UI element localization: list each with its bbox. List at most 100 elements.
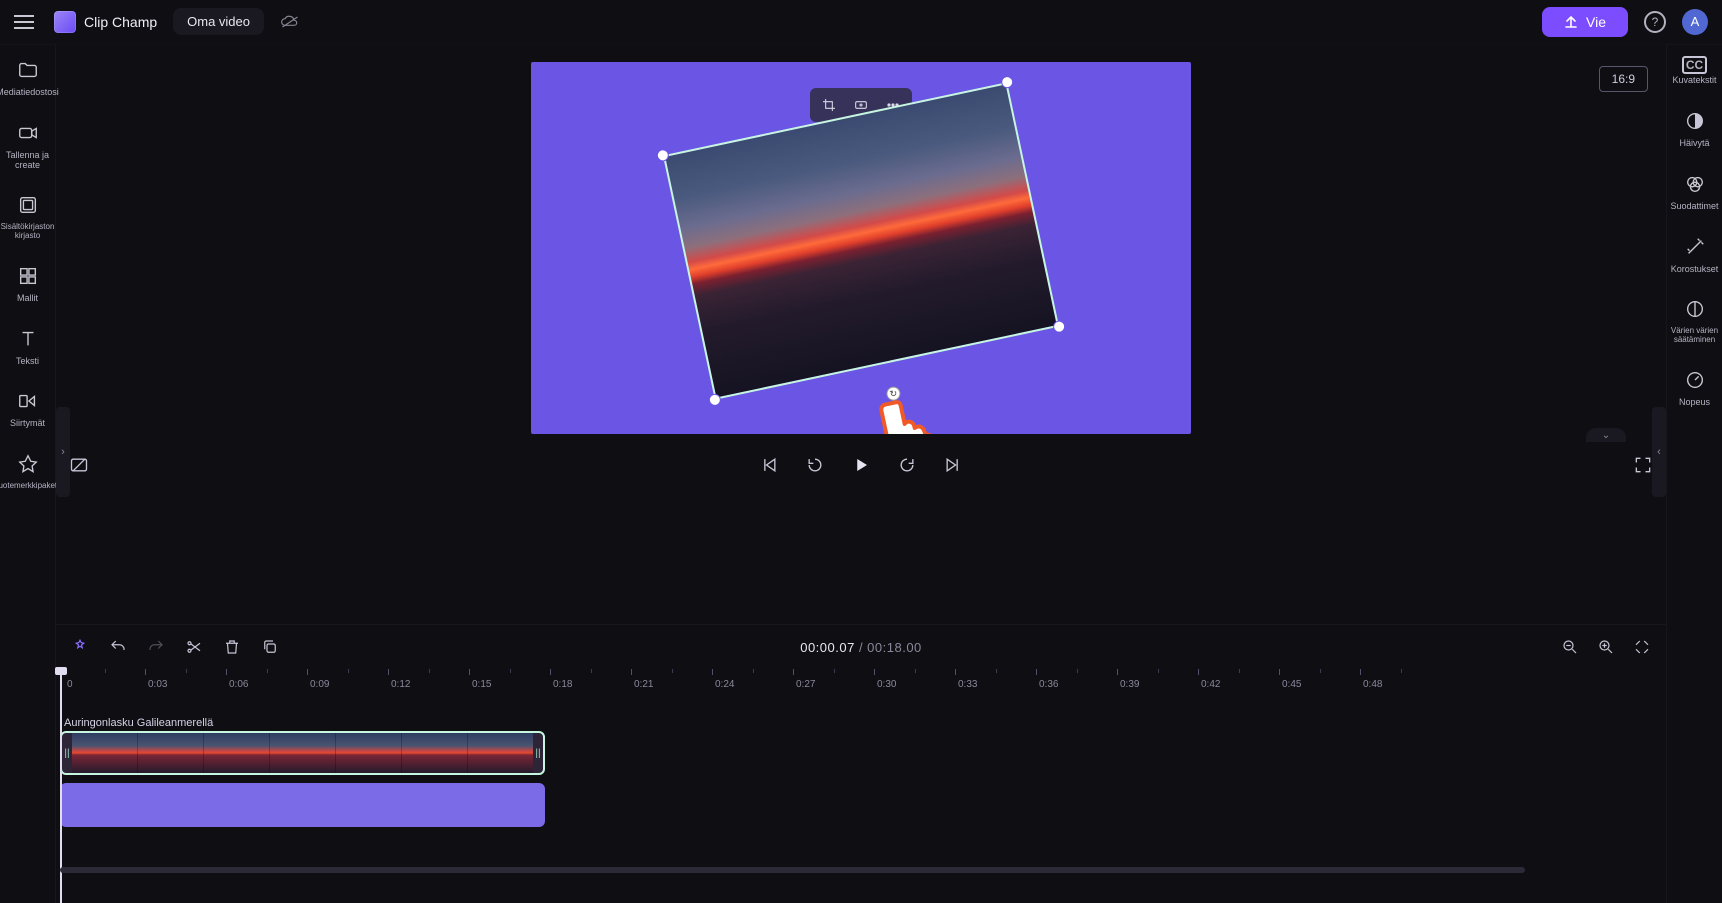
hand-cursor-icon (862, 390, 944, 434)
collapse-timeline-toggle[interactable]: ⌄ (1586, 428, 1626, 442)
fade-icon (1684, 110, 1706, 135)
clip-image (663, 82, 1059, 400)
selected-clip[interactable] (663, 82, 1059, 400)
timeline-panel: 00:00.07 / 00:18.00 00:030:060:090:120:1… (56, 624, 1666, 903)
skip-end-button[interactable] (942, 454, 964, 476)
sidebar-item-label: Mediatiedostosi (0, 88, 59, 98)
cloud-sync-off-icon[interactable] (280, 15, 300, 29)
clip-trim-left[interactable]: || (62, 733, 72, 773)
ruler-label: 0:12 (391, 679, 410, 690)
sidebar-item-record[interactable]: Tallenna ja create (0, 120, 56, 173)
captions-icon: CC (1682, 59, 1707, 72)
camera-icon (17, 122, 39, 147)
ruler-label: 0:21 (634, 679, 653, 690)
clip-trim-right[interactable]: || (533, 733, 543, 773)
timecode-display: 00:00.07 / 00:18.00 (800, 640, 922, 655)
templates-icon (17, 265, 39, 290)
right-panel-toggle[interactable]: ‹ (1652, 407, 1666, 497)
app-logo: Clip Champ (54, 11, 157, 33)
sidebar-item-label: Korostukset (1671, 265, 1719, 275)
zoom-in-button[interactable] (1596, 637, 1616, 657)
filters-icon (1684, 173, 1706, 198)
sidebar-item-media[interactable]: Mediatiedostosi (0, 57, 56, 100)
ruler-label: 0:03 (148, 679, 167, 690)
video-track-clip[interactable]: || || (60, 731, 545, 775)
zoom-out-button[interactable] (1560, 637, 1580, 657)
rewind-button[interactable] (804, 454, 826, 476)
undo-button[interactable] (108, 637, 128, 657)
user-avatar[interactable]: A (1682, 9, 1708, 35)
picture-in-picture-off-icon[interactable] (68, 454, 90, 476)
ruler-label: 0:15 (472, 679, 491, 690)
sidebar-item-label: Nopeus (1679, 398, 1710, 408)
sidebar-item-color[interactable]: Värien värien säätäminen (1667, 296, 1722, 346)
ruler-label: 0:33 (958, 679, 977, 690)
background-track-clip[interactable] (60, 783, 545, 827)
preview-stage[interactable] (531, 62, 1191, 434)
ruler-label: 0:06 (229, 679, 248, 690)
sidebar-item-label: Teksti (16, 357, 39, 367)
preview-area: 16:9 (56, 44, 1666, 624)
hamburger-menu-icon[interactable] (14, 10, 38, 34)
text-icon (17, 328, 39, 353)
ruler-label: 0:24 (715, 679, 734, 690)
magic-button[interactable] (70, 637, 90, 657)
sidebar-item-filters[interactable]: Suodattimet (1667, 171, 1722, 214)
right-sidebar: CC Kuvatekstit Häivytä Suodattimet Koros… (1666, 44, 1722, 903)
timeline-tracks[interactable]: Auringonlasku Galileanmerellä || || (56, 693, 1666, 903)
folder-icon (17, 59, 39, 84)
transport-bar: ⌄ (56, 434, 1666, 490)
duration: 00:18.00 (867, 640, 922, 655)
sidebar-item-label: Kuvatekstit (1672, 76, 1716, 86)
sidebar-item-label: Häivytä (1679, 139, 1709, 149)
split-button[interactable] (184, 637, 204, 657)
sidebar-item-speed[interactable]: Nopeus (1667, 367, 1722, 410)
app-name: Clip Champ (84, 14, 157, 30)
fullscreen-button[interactable] (1632, 454, 1654, 476)
sidebar-item-label: Värien värien säätäminen (1669, 327, 1721, 345)
ruler-label: 0:42 (1201, 679, 1220, 690)
app-logo-icon (54, 11, 76, 33)
resize-handle-bottom-right[interactable] (1053, 321, 1065, 333)
sidebar-item-label: Sisältökirjaston kirjasto (1, 223, 55, 241)
skip-start-button[interactable] (758, 454, 780, 476)
timeline-toolbar: 00:00.07 / 00:18.00 (56, 625, 1666, 669)
export-button[interactable]: Vie (1542, 7, 1628, 37)
sidebar-item-text[interactable]: Teksti (0, 326, 56, 369)
current-time: 00:00.07 (800, 640, 855, 655)
fit-timeline-button[interactable] (1632, 637, 1652, 657)
clip-thumbnails (72, 733, 533, 773)
aspect-ratio-button[interactable]: 16:9 (1599, 66, 1648, 92)
sidebar-item-transitions[interactable]: Siirtymät (0, 388, 56, 431)
forward-button[interactable] (896, 454, 918, 476)
scrollbar-thumb[interactable] (60, 867, 1525, 873)
ruler-label: 0:30 (877, 679, 896, 690)
transitions-icon (17, 390, 39, 415)
upload-icon (1564, 15, 1578, 29)
redo-button[interactable] (146, 637, 166, 657)
sidebar-item-templates[interactable]: Mallit (0, 263, 56, 306)
sidebar-item-library[interactable]: Sisältökirjaston kirjasto (0, 192, 56, 242)
sidebar-item-label: Suodattimet (1670, 202, 1718, 212)
sidebar-item-label: Siirtymät (10, 419, 45, 429)
delete-button[interactable] (222, 637, 242, 657)
speed-icon (1684, 369, 1706, 394)
sidebar-item-label: Tuotemerkkipaketti (0, 482, 61, 491)
app-header: Clip Champ Oma video Vie ? A (0, 0, 1722, 44)
ruler-label: 0:39 (1120, 679, 1139, 690)
sidebar-item-effects[interactable]: Korostukset (1667, 234, 1722, 277)
sidebar-item-captions[interactable]: CC Kuvatekstit (1667, 57, 1722, 88)
play-button[interactable] (850, 454, 872, 476)
project-name-input[interactable]: Oma video (173, 8, 264, 35)
duplicate-button[interactable] (260, 637, 280, 657)
ruler-label: 0:09 (310, 679, 329, 690)
timeline-scrollbar[interactable] (60, 865, 1652, 875)
sidebar-item-brand[interactable]: Tuotemerkkipaketti (0, 451, 56, 493)
ruler-label: 0:36 (1039, 679, 1058, 690)
help-button[interactable]: ? (1644, 11, 1666, 33)
timeline-ruler[interactable]: 00:030:060:090:120:150:180:210:240:270:3… (60, 669, 1666, 693)
crop-button[interactable] (816, 94, 842, 116)
sidebar-item-fade[interactable]: Häivytä (1667, 108, 1722, 151)
ruler-label: 0:48 (1363, 679, 1382, 690)
effects-icon (1684, 236, 1706, 261)
